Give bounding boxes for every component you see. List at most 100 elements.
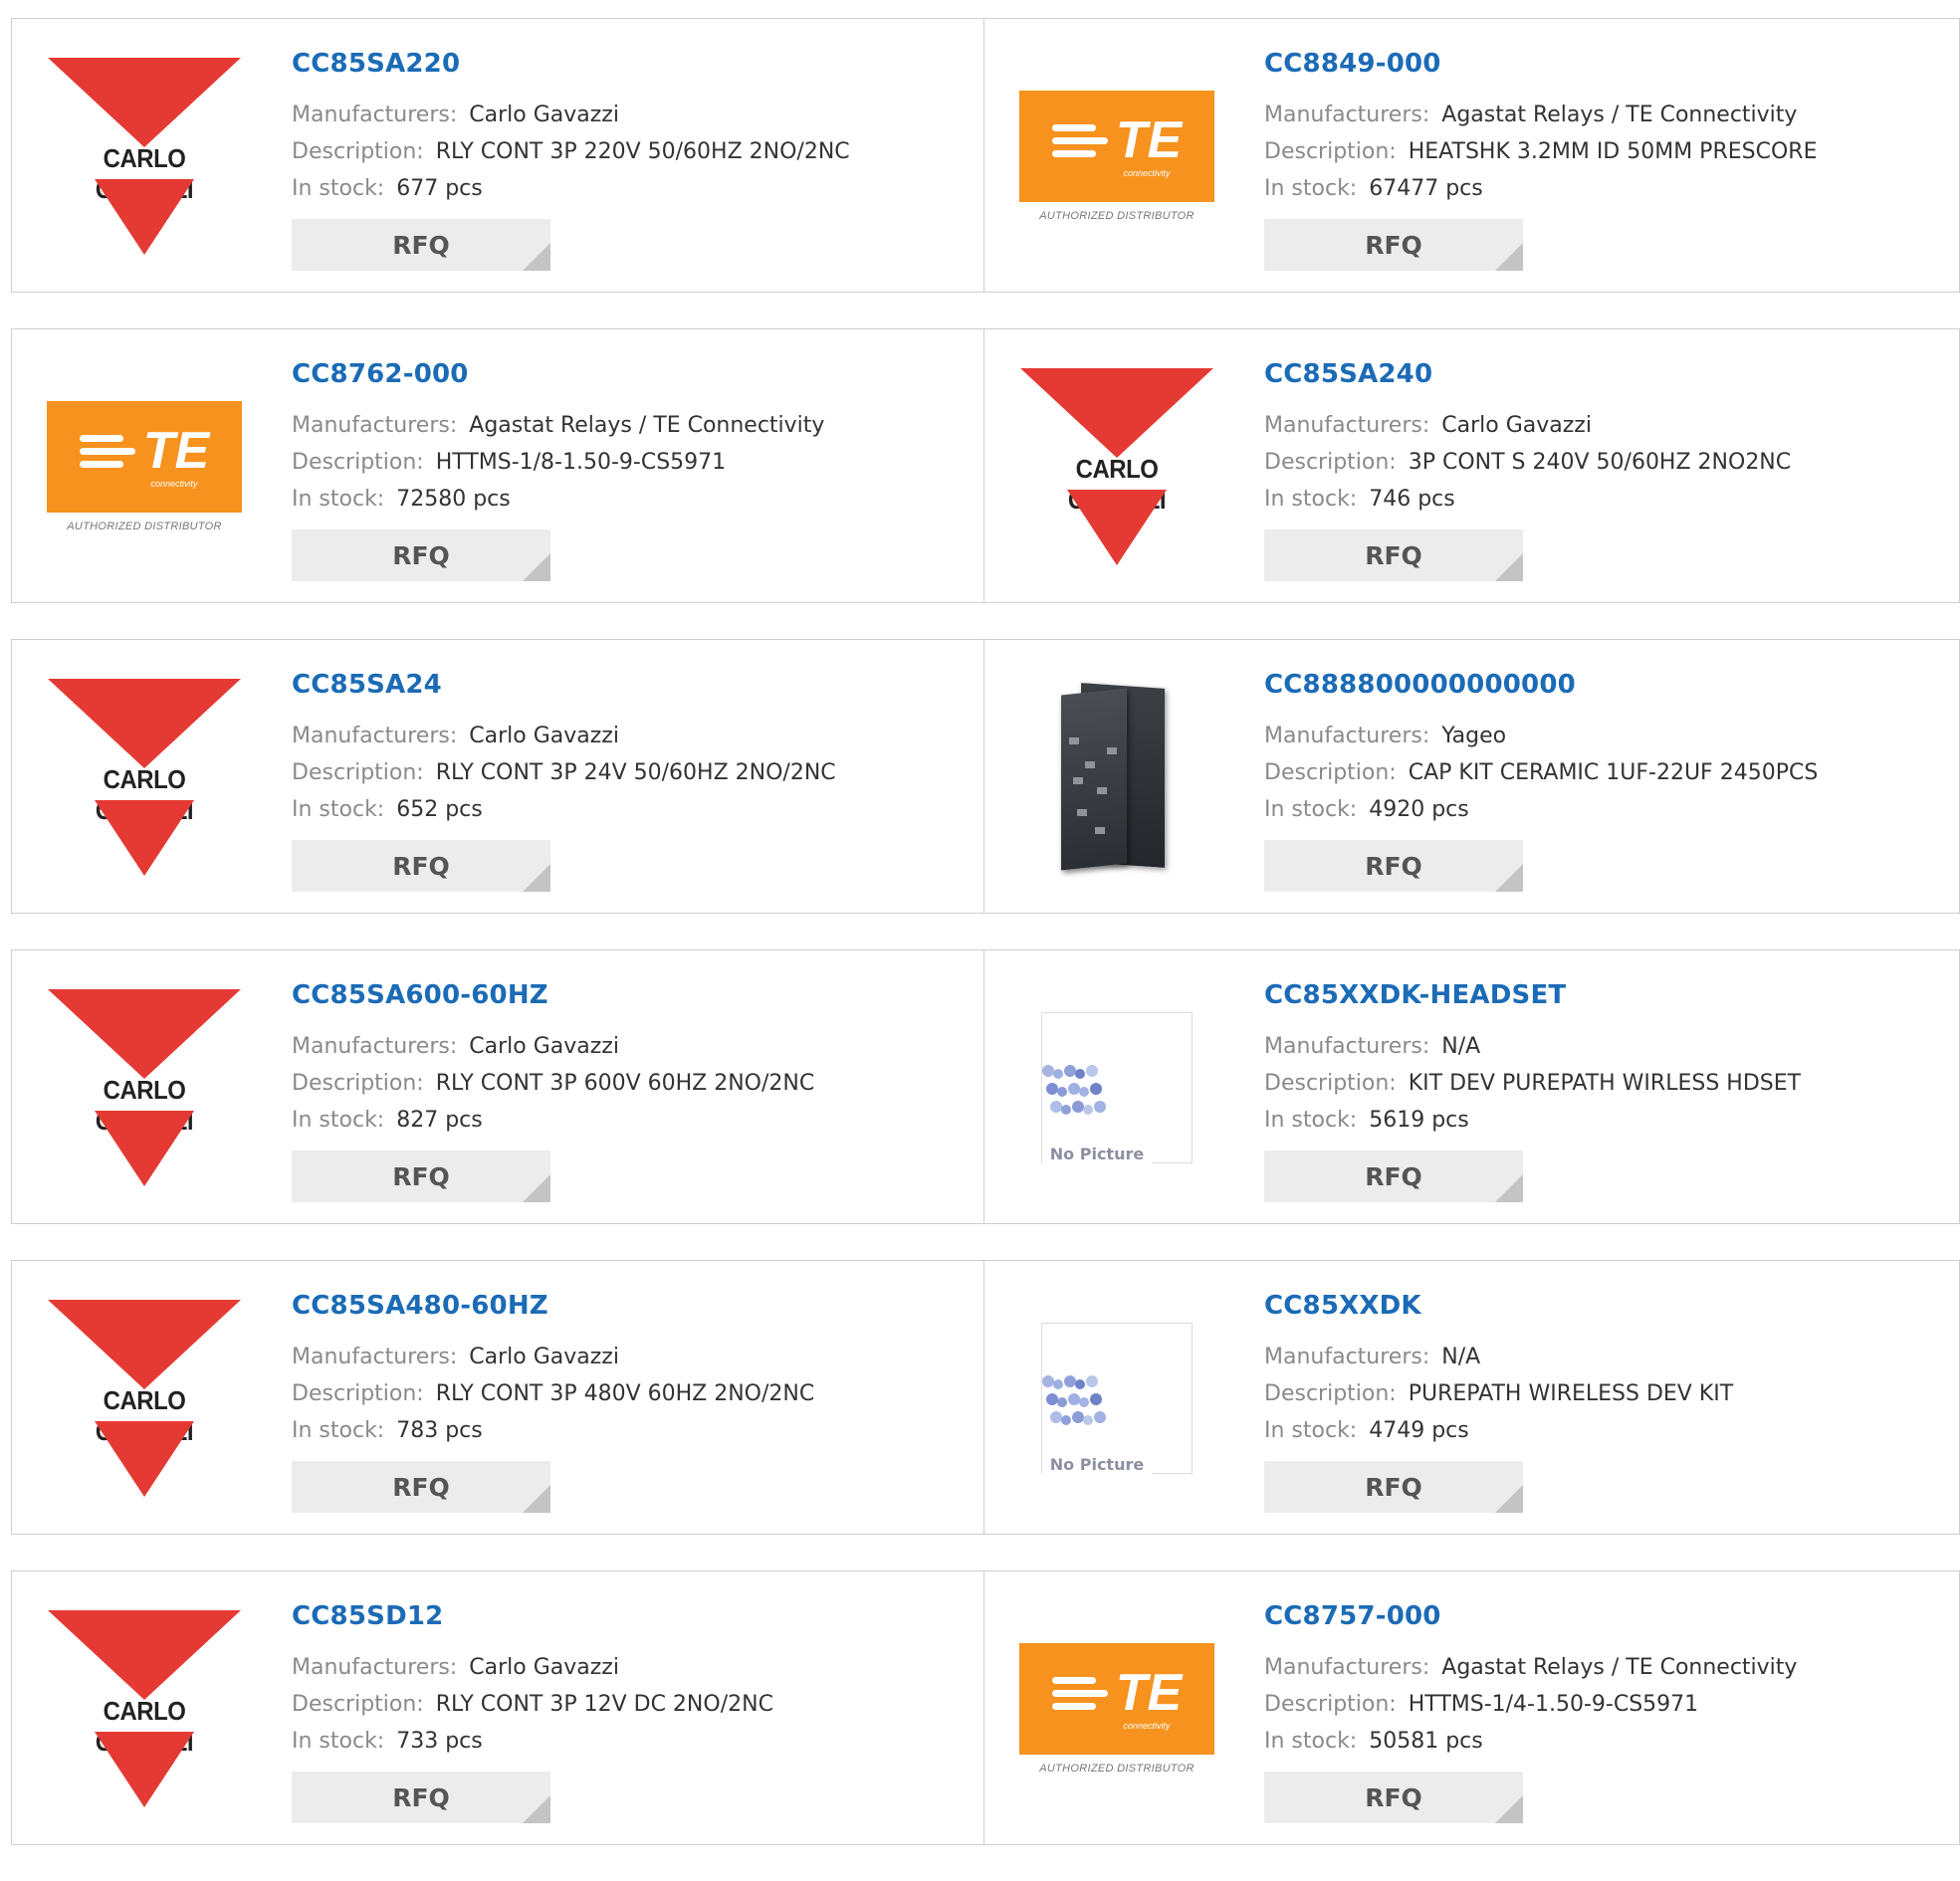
part-number-link[interactable]: CC85SA220 bbox=[292, 49, 850, 79]
description-line: Description: 3P CONT S 240V 50/60HZ 2NO2N… bbox=[1264, 444, 1791, 481]
stock-line: In stock: 4749 pcs bbox=[1264, 1412, 1733, 1449]
rfq-label: RFQ bbox=[1365, 1472, 1422, 1502]
description-line: Description: RLY CONT 3P 12V DC 2NO/2NC bbox=[292, 1686, 773, 1723]
description-line: Description: RLY CONT 3P 24V 50/60HZ 2NO/… bbox=[292, 754, 836, 791]
product-image[interactable]: No Picture bbox=[1012, 1289, 1221, 1508]
description-value: HTTMS-1/4-1.50-9-CS5971 bbox=[1408, 1692, 1699, 1717]
description-value: RLY CONT 3P 12V DC 2NO/2NC bbox=[435, 1692, 773, 1717]
rfq-button[interactable]: RFQ bbox=[292, 840, 550, 892]
te-connectivity-logo: TE connectivity AUTHORIZED DISTRIBUTOR bbox=[47, 401, 242, 532]
rfq-label: RFQ bbox=[1365, 851, 1422, 881]
rfq-button[interactable]: RFQ bbox=[1264, 1772, 1523, 1823]
rfq-button[interactable]: RFQ bbox=[292, 1772, 550, 1823]
part-number-link[interactable]: CC8762-000 bbox=[292, 359, 824, 389]
product-image[interactable]: CARLO GAVAZZI bbox=[1012, 357, 1221, 576]
product-photo bbox=[1037, 678, 1197, 877]
manufacturer-value: Carlo Gavazzi bbox=[469, 1034, 619, 1059]
rfq-label: RFQ bbox=[1365, 230, 1422, 260]
description-label: Description: bbox=[292, 760, 424, 785]
in-stock-label: In stock: bbox=[1264, 176, 1358, 201]
part-number-link[interactable]: CC888800000000000 bbox=[1264, 670, 1818, 700]
product-image[interactable]: TE connectivity AUTHORIZED DISTRIBUTOR bbox=[40, 357, 249, 576]
manufacturers-label: Manufacturers: bbox=[1264, 724, 1430, 748]
part-number-link[interactable]: CC85XXDK bbox=[1264, 1291, 1733, 1321]
stock-line: In stock: 827 pcs bbox=[292, 1102, 814, 1139]
rfq-button[interactable]: RFQ bbox=[1264, 529, 1523, 581]
part-number-link[interactable]: CC8849-000 bbox=[1264, 49, 1817, 79]
rfq-button[interactable]: RFQ bbox=[1264, 840, 1523, 892]
manufacturer-line: Manufacturers: Agastat Relays / TE Connec… bbox=[292, 407, 824, 444]
rfq-corner-decoration bbox=[523, 1174, 550, 1202]
rfq-label: RFQ bbox=[392, 1161, 450, 1191]
stock-line: In stock: 50581 pcs bbox=[1264, 1723, 1797, 1760]
description-label: Description: bbox=[292, 1071, 424, 1096]
te-logo-mark: TE bbox=[1115, 111, 1183, 169]
rfq-button[interactable]: RFQ bbox=[1264, 1461, 1523, 1513]
manufacturer-value: Agastat Relays / TE Connectivity bbox=[1441, 103, 1798, 127]
description-line: Description: PUREPATH WIRELESS DEV KIT bbox=[1264, 1375, 1733, 1412]
description-value: KIT DEV PUREPATH WIRLESS HDSET bbox=[1408, 1071, 1802, 1096]
stock-value: 652 pcs bbox=[396, 797, 483, 822]
product-card: TE connectivity AUTHORIZED DISTRIBUTOR C… bbox=[984, 18, 1960, 293]
product-image[interactable] bbox=[1012, 668, 1221, 887]
description-value: 3P CONT S 240V 50/60HZ 2NO2NC bbox=[1408, 450, 1792, 475]
part-number-link[interactable]: CC85SA24 bbox=[292, 670, 836, 700]
product-row: CARLO GAVAZZI CC85SD12 Manufacturers: Car… bbox=[11, 1570, 1960, 1845]
part-number-link[interactable]: CC85SA240 bbox=[1264, 359, 1791, 389]
carlo-gavazzi-logo: CARLO GAVAZZI bbox=[48, 989, 241, 1186]
product-image[interactable]: TE connectivity AUTHORIZED DISTRIBUTOR bbox=[1012, 1599, 1221, 1818]
rfq-label: RFQ bbox=[1365, 1782, 1422, 1812]
stock-value: 4749 pcs bbox=[1369, 1418, 1469, 1443]
product-image[interactable]: No Picture bbox=[1012, 978, 1221, 1197]
authorized-distributor-caption: AUTHORIZED DISTRIBUTOR bbox=[1039, 210, 1195, 222]
rfq-button[interactable]: RFQ bbox=[1264, 1150, 1523, 1202]
part-number-link[interactable]: CC85SA480-60HZ bbox=[292, 1291, 814, 1321]
manufacturers-label: Manufacturers: bbox=[292, 1655, 458, 1680]
description-label: Description: bbox=[1264, 139, 1397, 164]
product-image[interactable]: CARLO GAVAZZI bbox=[40, 1289, 249, 1508]
product-image[interactable]: TE connectivity AUTHORIZED DISTRIBUTOR bbox=[1012, 47, 1221, 266]
manufacturers-label: Manufacturers: bbox=[1264, 413, 1430, 438]
product-row: CARLO GAVAZZI CC85SA480-60HZ Manufacture… bbox=[11, 1260, 1960, 1535]
rfq-button[interactable]: RFQ bbox=[292, 529, 550, 581]
product-image[interactable]: CARLO GAVAZZI bbox=[40, 668, 249, 887]
rfq-corner-decoration bbox=[1495, 553, 1523, 581]
carlo-gavazzi-logo: CARLO GAVAZZI bbox=[48, 1610, 241, 1807]
product-image[interactable]: CARLO GAVAZZI bbox=[40, 978, 249, 1197]
rfq-button[interactable]: RFQ bbox=[292, 219, 550, 271]
rfq-corner-decoration bbox=[1495, 1485, 1523, 1513]
rfq-button[interactable]: RFQ bbox=[292, 1150, 550, 1202]
description-line: Description: HEATSHK 3.2MM ID 50MM PRESCO… bbox=[1264, 133, 1817, 170]
manufacturer-value: Carlo Gavazzi bbox=[469, 1345, 619, 1369]
description-label: Description: bbox=[1264, 1381, 1397, 1406]
part-number-link[interactable]: CC85SD12 bbox=[292, 1601, 773, 1631]
product-row: TE connectivity AUTHORIZED DISTRIBUTOR C… bbox=[11, 328, 1960, 603]
rfq-button[interactable]: RFQ bbox=[292, 1461, 550, 1513]
part-number-link[interactable]: CC8757-000 bbox=[1264, 1601, 1797, 1631]
description-value: HTTMS-1/8-1.50-9-CS5971 bbox=[435, 450, 727, 475]
product-card: CARLO GAVAZZI CC85SA220 Manufacturers: Ca… bbox=[11, 18, 984, 293]
product-card: CARLO GAVAZZI CC85SD12 Manufacturers: Car… bbox=[11, 1570, 984, 1845]
part-number-link[interactable]: CC85XXDK-HEADSET bbox=[1264, 980, 1801, 1010]
carlo-gavazzi-logo: CARLO GAVAZZI bbox=[48, 679, 241, 876]
rfq-button[interactable]: RFQ bbox=[1264, 219, 1523, 271]
rfq-corner-decoration bbox=[523, 243, 550, 271]
rfq-label: RFQ bbox=[392, 540, 450, 570]
product-image[interactable]: CARLO GAVAZZI bbox=[40, 1599, 249, 1818]
te-connectivity-logo: TE connectivity AUTHORIZED DISTRIBUTOR bbox=[1019, 1643, 1214, 1775]
description-value: HEATSHK 3.2MM ID 50MM PRESCORE bbox=[1408, 139, 1818, 164]
rfq-corner-decoration bbox=[1495, 1795, 1523, 1823]
in-stock-label: In stock: bbox=[292, 1418, 385, 1443]
rfq-corner-decoration bbox=[523, 553, 550, 581]
rfq-corner-decoration bbox=[523, 864, 550, 892]
te-logo-mark: TE bbox=[142, 422, 210, 480]
product-card: No Picture CC85XXDK-HEADSET Manufacturer… bbox=[984, 949, 1960, 1224]
product-card: CC888800000000000 Manufacturers: Yageo De… bbox=[984, 639, 1960, 914]
part-number-link[interactable]: CC85SA600-60HZ bbox=[292, 980, 814, 1010]
rfq-label: RFQ bbox=[392, 851, 450, 881]
manufacturer-line: Manufacturers: Carlo Gavazzi bbox=[292, 718, 836, 754]
no-picture-text: No Picture bbox=[1042, 1455, 1152, 1474]
in-stock-label: In stock: bbox=[292, 797, 385, 822]
product-image[interactable]: CARLO GAVAZZI bbox=[40, 47, 249, 266]
product-info: CC888800000000000 Manufacturers: Yageo De… bbox=[1264, 670, 1818, 892]
